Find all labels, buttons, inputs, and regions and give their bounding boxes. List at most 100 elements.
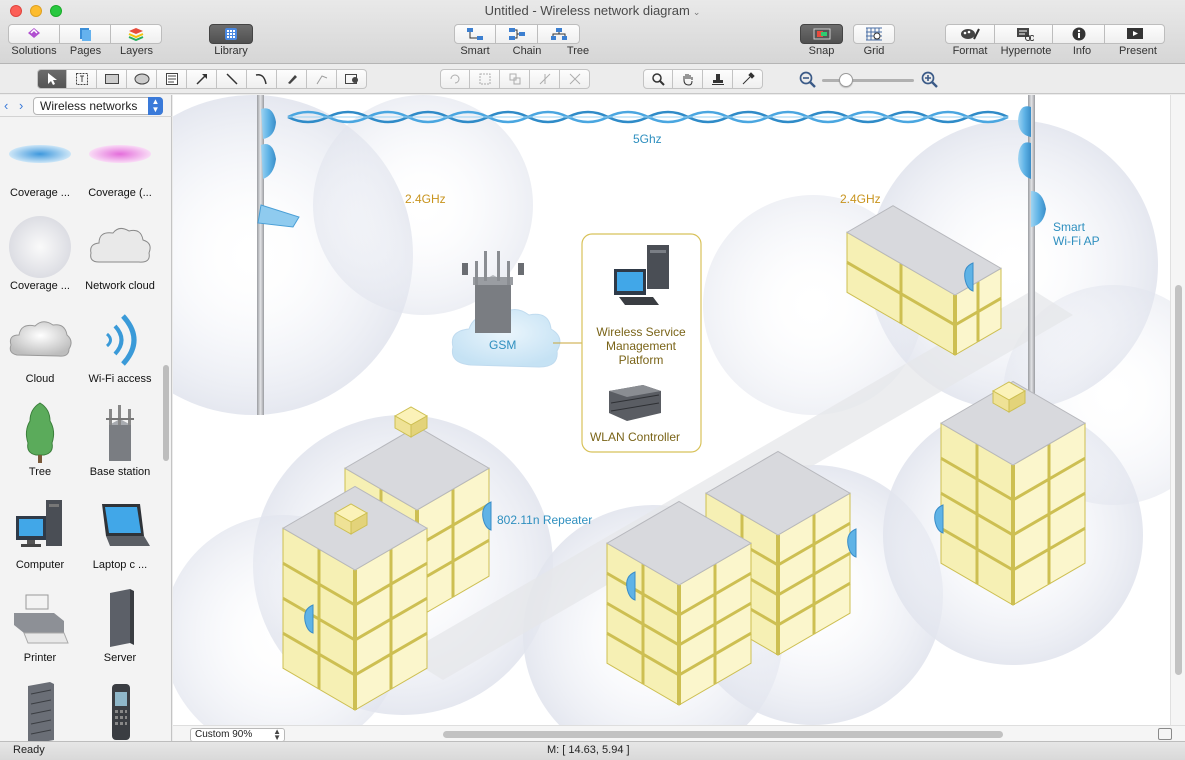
platform-line-1: Wireless Service bbox=[596, 325, 686, 339]
group-tool[interactable] bbox=[470, 69, 500, 89]
building-front-left[interactable] bbox=[282, 485, 428, 711]
smart-ap-label-1: Smart bbox=[1053, 220, 1086, 234]
library-item-wifi-access[interactable]: Wi-Fi access bbox=[80, 304, 160, 397]
present-button[interactable] bbox=[1105, 24, 1165, 44]
stepper-arrows-icon: ▲ ▼ bbox=[273, 727, 281, 742]
library-item-printer[interactable]: Printer bbox=[0, 583, 80, 676]
library-item-cloud[interactable]: Cloud bbox=[0, 304, 80, 397]
window-title[interactable]: Untitled - Wireless network diagram ⌄ bbox=[0, 3, 1185, 18]
rack-server-icon bbox=[28, 682, 54, 741]
horizontal-scroll-thumb[interactable] bbox=[443, 731, 1003, 738]
view-group bbox=[8, 24, 162, 44]
library-select[interactable]: Wireless networks ▲ ▼ bbox=[33, 97, 163, 115]
computer-icon bbox=[16, 500, 62, 547]
smart-connector-icon bbox=[467, 28, 483, 40]
layers-icon bbox=[128, 28, 144, 41]
grid-button[interactable] bbox=[853, 24, 895, 44]
layers-button[interactable] bbox=[111, 24, 162, 44]
ellipse-tool[interactable] bbox=[127, 69, 157, 89]
network-cloud-icon bbox=[90, 227, 151, 263]
library-item-coverage-blue[interactable]: Coverage ... bbox=[0, 118, 80, 211]
chevron-left-icon[interactable]: ‹ bbox=[4, 98, 8, 113]
zoom-in-icon[interactable] bbox=[921, 71, 939, 89]
zoom-out-icon[interactable] bbox=[799, 71, 817, 89]
base-station-icon bbox=[106, 405, 134, 461]
pages-button[interactable] bbox=[60, 24, 111, 44]
solutions-label: Solutions bbox=[11, 45, 57, 57]
diagram-canvas[interactable]: 5Ghz 2.4GHz 2.4GHz GSM Wireless Service … bbox=[173, 95, 1170, 725]
library-item-server[interactable]: Server bbox=[80, 583, 160, 676]
5ghz-label: 5Ghz bbox=[633, 132, 662, 146]
pan-tool[interactable] bbox=[673, 69, 703, 89]
line-icon bbox=[225, 73, 238, 85]
bezier-tool[interactable] bbox=[307, 69, 337, 89]
snap-button[interactable] bbox=[800, 24, 843, 44]
solutions-button[interactable] bbox=[8, 24, 60, 44]
fit-page-icon[interactable] bbox=[1158, 728, 1172, 740]
format-brush-icon bbox=[961, 28, 980, 40]
snap-label: Snap bbox=[808, 45, 835, 57]
zoom-slider-track[interactable] bbox=[822, 79, 914, 82]
zoom-tool[interactable] bbox=[643, 69, 673, 89]
coverage-blue-icon bbox=[9, 145, 71, 163]
rectangle-tool[interactable] bbox=[97, 69, 127, 89]
rectangle-icon bbox=[104, 74, 119, 84]
note-tool[interactable] bbox=[157, 69, 187, 89]
hypernote-button[interactable] bbox=[995, 24, 1053, 44]
library-item-coverage-pink[interactable]: Coverage (... bbox=[80, 118, 160, 211]
ellipse-icon bbox=[134, 73, 149, 85]
arc-tool[interactable] bbox=[247, 69, 277, 89]
library-grid-icon bbox=[225, 28, 237, 40]
info-button[interactable] bbox=[1053, 24, 1105, 44]
solutions-icon bbox=[28, 28, 40, 38]
select-arrows-icon: ▲ ▼ bbox=[148, 97, 163, 115]
pen-tool[interactable] bbox=[277, 69, 307, 89]
library-item-rack-server[interactable] bbox=[0, 676, 80, 741]
library-item-mobile-phone[interactable] bbox=[80, 676, 160, 741]
library-item-computer[interactable]: Computer bbox=[0, 490, 80, 583]
chevron-down-icon: ⌄ bbox=[692, 7, 701, 17]
vertical-scroll-thumb[interactable] bbox=[1175, 285, 1182, 675]
sidebar-scrollbar[interactable] bbox=[163, 365, 169, 461]
zoom-slider-knob[interactable] bbox=[839, 73, 853, 87]
rotate-tool[interactable] bbox=[440, 69, 470, 89]
line-tool[interactable] bbox=[217, 69, 247, 89]
bottom-bar: Custom 90% ▲ ▼ bbox=[173, 725, 1185, 742]
ungroup-tool[interactable] bbox=[500, 69, 530, 89]
chevron-right-icon[interactable]: › bbox=[19, 98, 23, 113]
format-button[interactable] bbox=[945, 24, 995, 44]
connector-group bbox=[454, 24, 580, 44]
library-shape-grid: Coverage ... Coverage (... Coverage ... … bbox=[0, 118, 160, 741]
5ghz-wave-link bbox=[287, 110, 1009, 124]
chain-button[interactable] bbox=[496, 24, 538, 44]
vertical-scrollbar[interactable] bbox=[1170, 95, 1185, 725]
text-box-tool[interactable] bbox=[67, 69, 97, 89]
hypernote-label: Hypernote bbox=[1000, 45, 1052, 57]
rotate-icon bbox=[450, 74, 460, 84]
tree-button[interactable] bbox=[538, 24, 580, 44]
library-item-base-station[interactable]: Base station bbox=[80, 397, 160, 490]
select-tool[interactable] bbox=[37, 69, 67, 89]
platform-group[interactable]: Wireless Service Management Platform WLA… bbox=[581, 233, 702, 453]
library-item-laptop[interactable]: Laptop c ... bbox=[80, 490, 160, 583]
connect-tool[interactable] bbox=[530, 69, 560, 89]
library-item-network-cloud[interactable]: Network cloud bbox=[80, 211, 160, 304]
tree-layout-icon bbox=[550, 28, 567, 40]
arrow-tool[interactable] bbox=[187, 69, 217, 89]
grid-group bbox=[853, 24, 895, 44]
connect-icon bbox=[539, 73, 550, 85]
zoom-select[interactable]: Custom 90% ▲ ▼ bbox=[190, 728, 285, 742]
tree-icon bbox=[25, 402, 55, 463]
building-center-front[interactable] bbox=[606, 500, 752, 706]
tree-label: Tree bbox=[566, 45, 590, 57]
library-button[interactable] bbox=[209, 24, 253, 44]
stamp-tool[interactable] bbox=[703, 69, 733, 89]
cut-tool[interactable] bbox=[560, 69, 590, 89]
note-icon bbox=[165, 73, 178, 85]
shape-tool[interactable] bbox=[337, 69, 367, 89]
smart-button[interactable] bbox=[454, 24, 496, 44]
library-item-tree[interactable]: Tree bbox=[0, 397, 80, 490]
library-item-coverage-circle[interactable]: Coverage ... bbox=[0, 211, 80, 304]
building-right[interactable] bbox=[934, 380, 1086, 606]
eyedropper-tool[interactable] bbox=[733, 69, 763, 89]
